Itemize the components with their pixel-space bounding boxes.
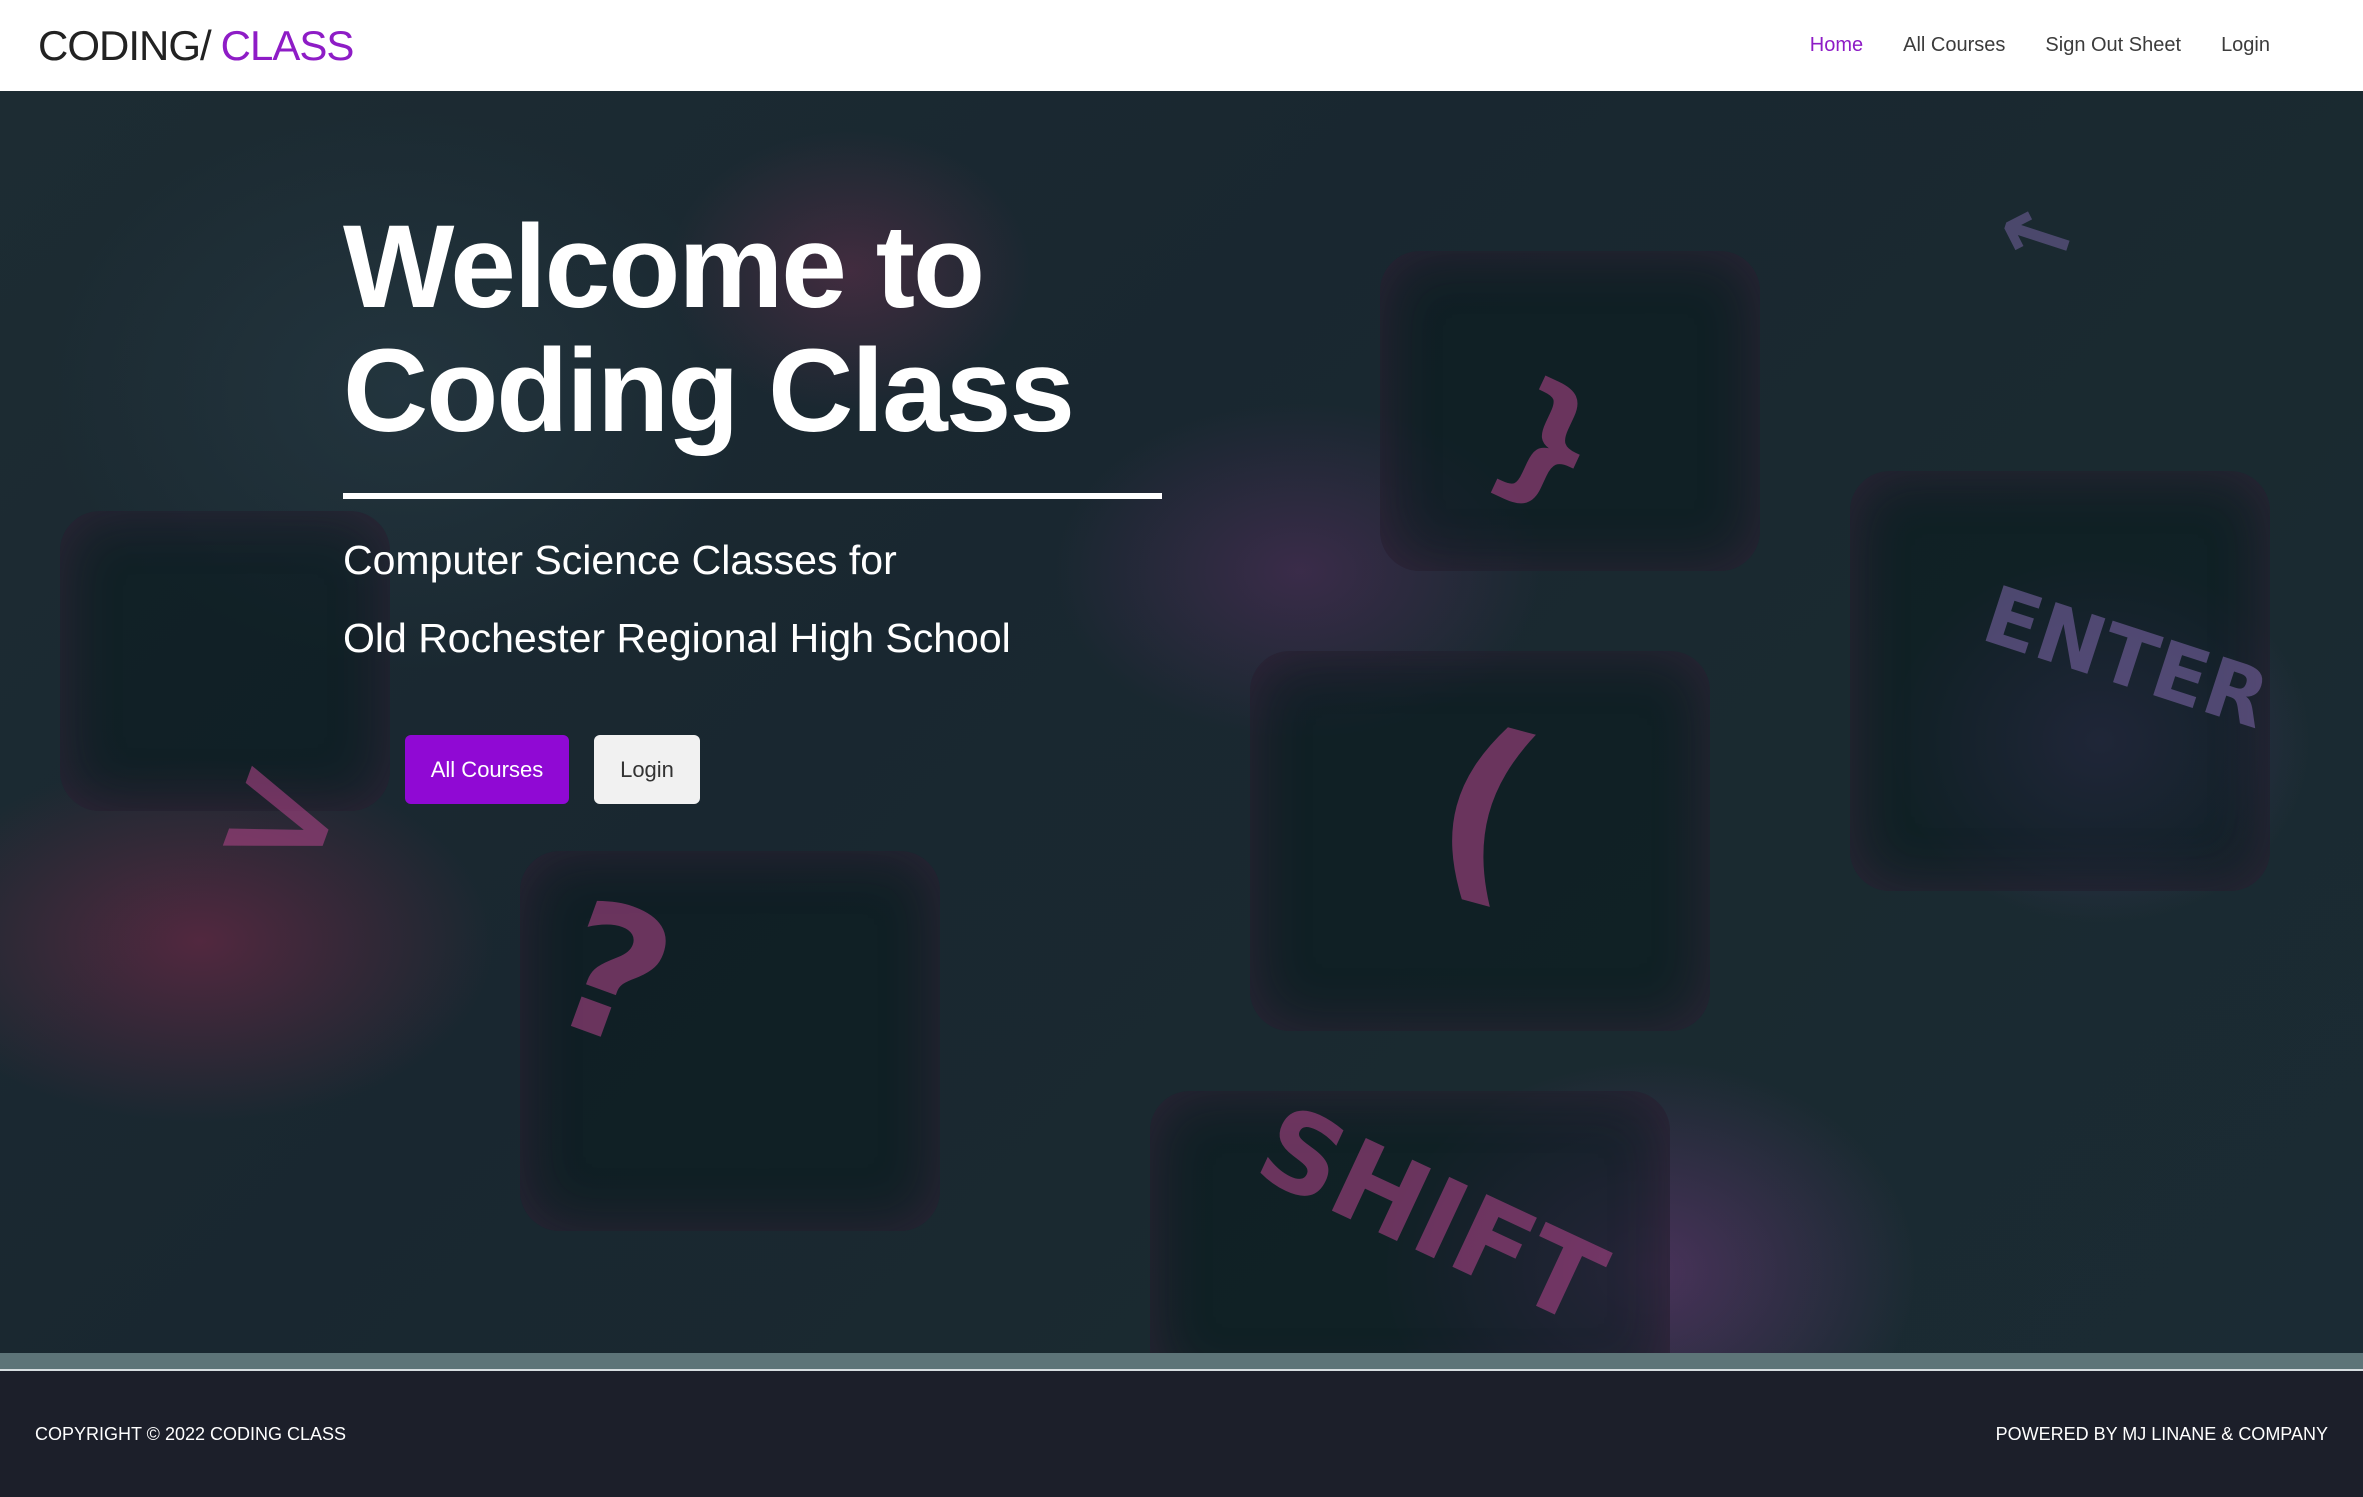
nav-home[interactable]: Home xyxy=(1810,34,1863,57)
logo-main: CODING/ xyxy=(38,21,212,69)
hero-content: Welcome to Coding Class Computer Science… xyxy=(343,205,1162,804)
hero-title: Welcome to Coding Class xyxy=(343,205,1143,453)
nav-all-courses[interactable]: All Courses xyxy=(1903,34,2005,57)
hero-subtitle-line2: Old Rochester Regional High School xyxy=(343,615,1011,661)
hero-subtitle-line1: Computer Science Classes for xyxy=(343,537,897,583)
login-button[interactable]: Login xyxy=(594,735,700,804)
copyright-text: COPYRIGHT © 2022 CODING CLASS xyxy=(35,1423,347,1444)
hero-subtitle: Computer Science Classes for Old Rochest… xyxy=(343,521,1162,677)
hero-section: ? > ( } ENTER SHIFT ← Welcome to Coding … xyxy=(0,91,2363,1353)
main-nav: Home All Courses Sign Out Sheet Login xyxy=(1810,34,2270,57)
hero-title-line1: Welcome to xyxy=(343,201,985,333)
logo-accent: CLASS xyxy=(220,21,355,69)
hero-divider xyxy=(343,493,1162,499)
nav-sign-out-sheet[interactable]: Sign Out Sheet xyxy=(2045,34,2181,57)
arrow-left-glyph: ← xyxy=(1985,171,2090,296)
powered-by-text: POWERED BY MJ LINANE & COMPANY xyxy=(1995,1423,2328,1444)
site-logo[interactable]: CODING/ CLASS xyxy=(38,21,355,70)
hero-title-line2: Coding Class xyxy=(343,325,1075,457)
site-footer: COPYRIGHT © 2022 CODING CLASS POWERED BY… xyxy=(0,1371,2363,1497)
footer-strip xyxy=(0,1353,2363,1369)
nav-login[interactable]: Login xyxy=(2221,34,2270,57)
all-courses-button[interactable]: All Courses xyxy=(405,735,569,804)
hero-buttons: All Courses Login xyxy=(405,735,1162,804)
site-header: CODING/ CLASS Home All Courses Sign Out … xyxy=(0,0,2363,91)
